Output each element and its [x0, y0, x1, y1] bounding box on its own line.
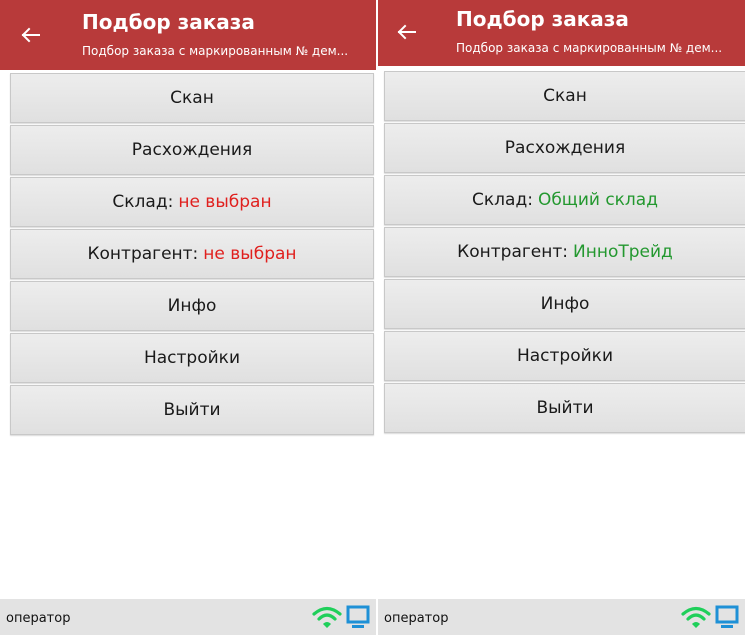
settings-button[interactable]: Настройки — [10, 333, 374, 383]
scan-button[interactable]: Скан — [10, 73, 374, 123]
page-title: Подбор заказа — [82, 10, 255, 34]
status-icons — [312, 605, 370, 629]
counterparty-value: ИнноТрейд — [573, 242, 673, 262]
main-menu: Скан Расхождения Склад: не выбран Контра… — [0, 73, 376, 437]
user-name: оператор — [6, 611, 71, 626]
warehouse-label: Склад: — [112, 192, 174, 212]
status-bar: оператор — [0, 599, 376, 635]
back-button[interactable] — [10, 15, 50, 55]
warehouse-value: Общий склад — [537, 190, 658, 210]
scan-button-label: Скан — [543, 86, 587, 106]
wifi-icon — [312, 606, 342, 628]
counterparty-button[interactable]: Контрагент: не выбран — [10, 229, 374, 279]
counterparty-label: Контрагент: — [87, 244, 199, 264]
app-bar: Подбор заказа Подбор заказа с маркирован… — [378, 0, 745, 66]
status-bar: оператор — [378, 599, 745, 635]
discrepancies-button-label: Расхождения — [131, 140, 253, 160]
status-icons — [681, 605, 739, 629]
settings-button[interactable]: Настройки — [384, 331, 745, 381]
info-button[interactable]: Инфо — [10, 281, 374, 331]
info-button[interactable]: Инфо — [384, 279, 745, 329]
discrepancies-button[interactable]: Расхождения — [10, 125, 374, 175]
page-title: Подбор заказа — [456, 7, 629, 31]
exit-button[interactable]: Выйти — [384, 383, 745, 433]
exit-button[interactable]: Выйти — [10, 385, 374, 435]
monitor-icon — [346, 605, 370, 628]
screen-after: Подбор заказа Подбор заказа с маркирован… — [378, 0, 745, 635]
warehouse-button[interactable]: Склад: не выбран — [10, 177, 374, 227]
counterparty-button[interactable]: Контрагент: ИнноТрейд — [384, 227, 745, 277]
info-button-label: Инфо — [167, 296, 217, 316]
settings-button-label: Настройки — [516, 346, 613, 366]
monitor-icon — [715, 605, 739, 628]
settings-button-label: Настройки — [143, 348, 240, 368]
counterparty-value: не выбран — [203, 244, 297, 264]
user-name: оператор — [384, 611, 449, 626]
discrepancies-button-label: Расхождения — [504, 138, 626, 158]
warehouse-value: не выбран — [178, 192, 272, 212]
app-bar: Подбор заказа Подбор заказа с маркирован… — [0, 0, 376, 70]
exit-button-label: Выйти — [536, 398, 594, 418]
arrow-left-icon — [397, 24, 416, 40]
main-menu: Скан Расхождения Склад: Общий склад Конт… — [378, 71, 745, 435]
discrepancies-button[interactable]: Расхождения — [384, 123, 745, 173]
scan-button[interactable]: Скан — [384, 71, 745, 121]
info-button-label: Инфо — [540, 294, 590, 314]
warehouse-button[interactable]: Склад: Общий склад — [384, 175, 745, 225]
page-subtitle: Подбор заказа с маркированным № дем... — [456, 41, 723, 55]
wifi-icon — [681, 606, 711, 628]
screen-before: Подбор заказа Подбор заказа с маркирован… — [0, 0, 376, 635]
warehouse-label: Склад: — [472, 190, 533, 210]
exit-button-label: Выйти — [163, 400, 221, 420]
back-button[interactable] — [386, 12, 426, 52]
counterparty-label: Контрагент: — [457, 242, 569, 262]
scan-button-label: Скан — [170, 88, 214, 108]
page-subtitle: Подбор заказа с маркированным № дем... — [82, 44, 349, 58]
arrow-left-icon — [21, 27, 40, 43]
